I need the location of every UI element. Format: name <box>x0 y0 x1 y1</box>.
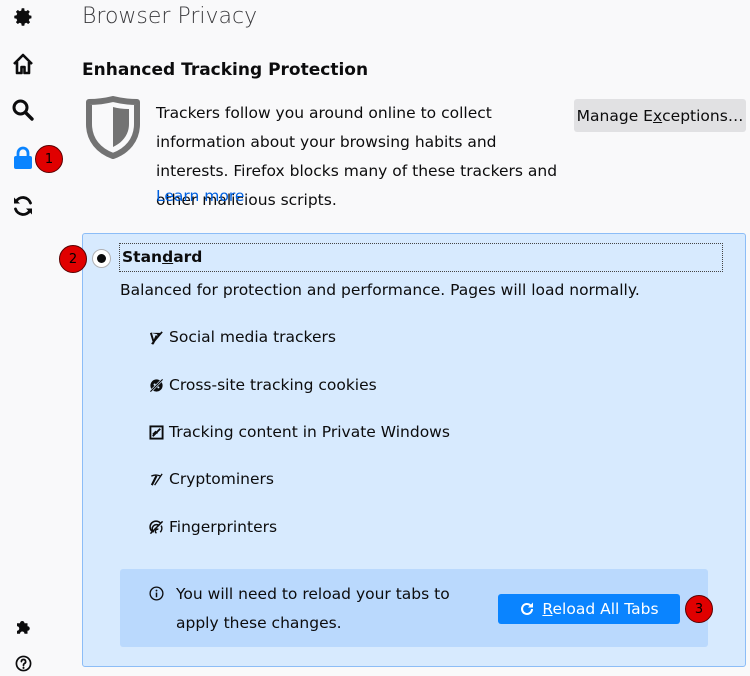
sidebar-item-search[interactable] <box>10 97 36 123</box>
home-icon <box>13 53 33 75</box>
reload-all-tabs-button[interactable]: Reload All Tabs <box>498 594 680 624</box>
puzzle-icon <box>17 621 30 634</box>
category-label: Social media trackers <box>169 328 336 346</box>
search-icon <box>12 99 34 121</box>
sidebar-item-home[interactable] <box>10 51 36 77</box>
annotation-badge-3: 3 <box>685 595 713 623</box>
category-label: Cross-site tracking cookies <box>169 376 377 394</box>
sidebar-item-general[interactable] <box>10 4 36 30</box>
manage-exceptions-button[interactable]: Manage Ex ceptions… <box>574 99 746 132</box>
standard-label-part: Stan <box>122 248 163 266</box>
gear-icon <box>14 8 32 26</box>
standard-description: Balanced for protection and performance.… <box>120 281 640 299</box>
reload-access-key: R <box>542 600 553 618</box>
manage-exceptions-access-key: x <box>652 106 663 125</box>
category-item: Cryptominers <box>148 468 274 490</box>
cookie-icon <box>148 377 164 393</box>
reload-icon <box>521 602 534 615</box>
sync-icon <box>14 196 32 216</box>
learn-more-link[interactable]: Learn more <box>156 187 244 205</box>
annotation-badge-2: 2 <box>59 245 87 273</box>
cryptominer-icon <box>148 471 164 487</box>
help-icon <box>15 655 31 671</box>
standard-label-part: ard <box>173 248 203 266</box>
page-title: Browser Privacy <box>82 4 258 29</box>
category-item: Tracking content in Private Windows <box>148 421 450 443</box>
shield-icon <box>86 96 140 159</box>
category-item: Social media trackers <box>148 326 336 348</box>
standard-access-key: d <box>162 248 174 266</box>
tracking-content-icon <box>148 424 164 440</box>
social-tracker-icon <box>148 329 164 345</box>
manage-exceptions-label-part: ceptions… <box>662 106 744 125</box>
standard-radio[interactable] <box>92 249 111 268</box>
manage-exceptions-label-part: Manage E <box>576 106 653 125</box>
category-label: Tracking content in Private Windows <box>169 423 450 441</box>
sidebar-item-sync[interactable] <box>10 193 36 219</box>
category-label: Fingerprinters <box>169 518 278 536</box>
lock-icon <box>14 146 32 169</box>
sidebar-item-extensions[interactable] <box>10 614 36 640</box>
info-icon <box>149 586 164 601</box>
reload-message: You will need to reload your tabs to app… <box>176 585 450 632</box>
category-label: Cryptominers <box>169 470 274 488</box>
sidebar-item-privacy[interactable] <box>10 145 36 171</box>
sidebar-item-help[interactable] <box>10 650 36 676</box>
category-item: Cross-site tracking cookies <box>148 374 377 396</box>
fingerprinter-icon <box>148 519 164 535</box>
category-item: Fingerprinters <box>148 516 277 538</box>
section-title: Enhanced Tracking Protection <box>82 60 369 80</box>
reload-button-label: Reload All Tabs <box>542 600 658 618</box>
annotation-badge-1: 1 <box>35 145 63 173</box>
standard-label[interactable]: Standard <box>119 243 723 272</box>
reload-label-rest: eload All Tabs <box>552 600 659 618</box>
radio-selected-dot <box>97 254 106 263</box>
